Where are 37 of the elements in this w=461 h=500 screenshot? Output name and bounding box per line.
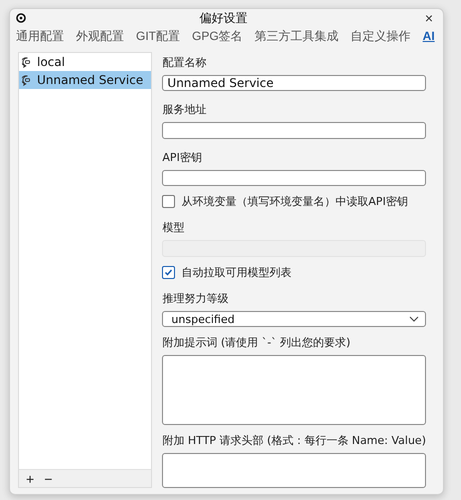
field-label: 服务地址 xyxy=(162,102,208,118)
field-label: 推理努力等级 xyxy=(162,290,230,306)
field-label: 附加提示词 (请使用 `-` 列出您的要求) xyxy=(162,335,352,350)
chat-bubble-icon xyxy=(22,56,33,68)
service-item[interactable]: Unnamed Service xyxy=(19,71,152,89)
remove-button[interactable]: − xyxy=(41,472,56,486)
service-name: Unnamed Service xyxy=(37,73,144,87)
check-icon xyxy=(164,268,174,277)
service-item[interactable]: local xyxy=(19,53,152,71)
dropdown[interactable]: unspecified xyxy=(162,310,426,328)
tab[interactable]: GPG签名 xyxy=(192,28,243,44)
text-area[interactable] xyxy=(162,453,426,488)
checkbox-box[interactable] xyxy=(162,195,176,208)
tab[interactable]: 外观配置 xyxy=(76,28,124,44)
chevron-down-icon xyxy=(409,316,419,322)
close-button[interactable]: × xyxy=(420,11,437,25)
chat-bubble-icon xyxy=(22,74,33,86)
field-label: 附加 HTTP 请求头部 (格式：每行一条 Name: Value) xyxy=(162,433,426,448)
field-label: API密钥 xyxy=(162,150,203,165)
service-name: local xyxy=(37,55,65,69)
input-field[interactable] xyxy=(162,170,426,186)
tab[interactable]: 第三方工具集成 xyxy=(254,28,339,44)
text-area[interactable] xyxy=(162,355,426,426)
checkbox[interactable]: 自动拉取可用模型列表 xyxy=(162,264,426,280)
window-title: 偏好设置 xyxy=(198,10,248,26)
checkbox-box[interactable] xyxy=(162,266,176,279)
checkbox-label: 自动拉取可用模型列表 xyxy=(181,264,292,280)
tab[interactable]: AI xyxy=(422,29,435,43)
app-icon xyxy=(16,13,26,23)
add-button[interactable]: + xyxy=(23,472,38,486)
input-field[interactable]: Unnamed Service xyxy=(162,75,426,92)
tab[interactable]: 自定义操作 xyxy=(350,28,411,44)
field-label: 模型 xyxy=(162,220,186,236)
field-label: 配置名称 xyxy=(162,55,208,70)
input-field[interactable] xyxy=(162,122,426,139)
tab[interactable]: 通用配置 xyxy=(16,28,64,44)
tab[interactable]: GIT配置 xyxy=(136,28,180,44)
